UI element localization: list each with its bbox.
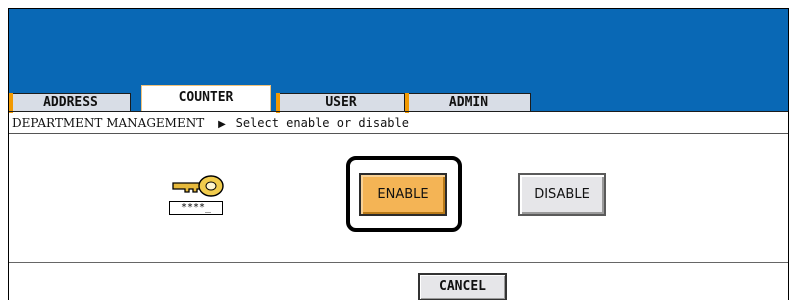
tab-counter[interactable]: COUNTER — [141, 85, 271, 112]
header-banner — [9, 9, 788, 82]
key-icon — [172, 175, 224, 197]
disable-button[interactable]: DISABLE — [518, 173, 606, 216]
breadcrumb: DEPARTMENT MANAGEMENT ▶ Select enable or… — [12, 115, 409, 131]
main-panel: ADDRESS COUNTER USER ADMIN DEPARTMENT MA… — [8, 8, 789, 300]
breadcrumb-instruction: Select enable or disable — [235, 116, 409, 130]
tab-admin[interactable]: ADMIN — [405, 93, 531, 113]
breadcrumb-divider — [9, 133, 788, 134]
tab-user[interactable]: USER — [276, 93, 405, 113]
department-code-icon: ****_ — [167, 167, 227, 219]
tab-address[interactable]: ADDRESS — [9, 93, 131, 113]
tab-divider — [9, 111, 788, 112]
footer-divider — [9, 262, 788, 263]
enable-button[interactable]: ENABLE — [359, 173, 447, 216]
triangle-right-icon: ▶ — [218, 119, 226, 130]
code-mask: ****_ — [169, 201, 223, 215]
cancel-button[interactable]: CANCEL — [418, 273, 507, 300]
breadcrumb-section: DEPARTMENT MANAGEMENT — [12, 116, 205, 130]
tab-bar: ADDRESS COUNTER USER ADMIN — [9, 82, 788, 113]
